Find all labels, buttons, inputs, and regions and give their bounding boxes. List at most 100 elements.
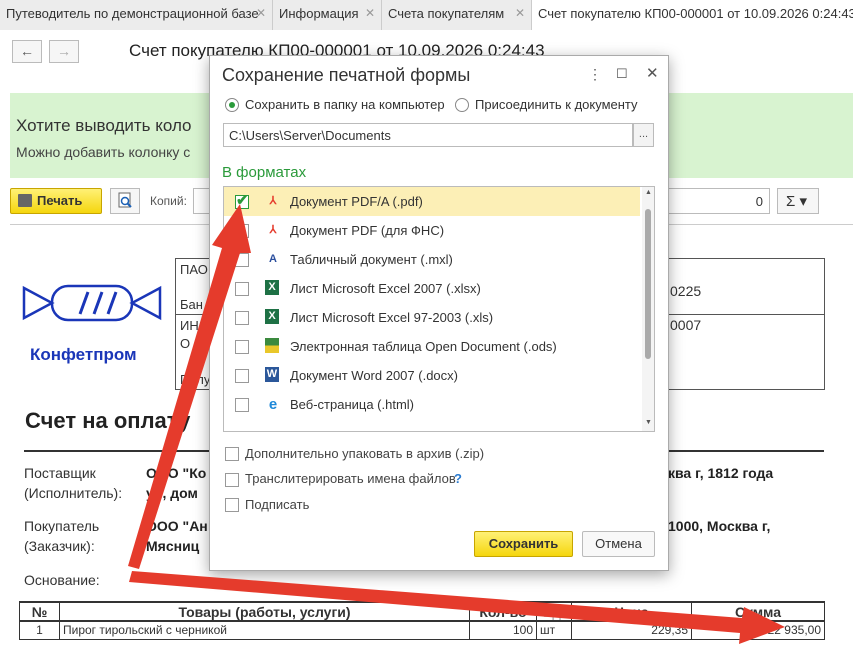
format-label: Лист Microsoft Excel 2007 (.xlsx) <box>290 281 481 296</box>
column-header: № <box>19 601 60 622</box>
radio-attach-label: Присоединить к документу <box>475 97 638 112</box>
formats-label: В форматах <box>222 164 307 181</box>
tab-label: Счет покупателю КП00-000001 от 10.09.202… <box>538 6 853 21</box>
format-item-docx[interactable]: W Документ Word 2007 (.docx) <box>224 361 640 390</box>
buyer-label: Покупатель <box>24 518 100 534</box>
back-button[interactable]: ← <box>12 40 42 63</box>
tab-label: Счета покупателям <box>388 6 505 21</box>
help-icon[interactable]: ? <box>454 471 462 486</box>
format-label: Лист Microsoft Excel 97-2003 (.xls) <box>290 310 494 325</box>
format-checkbox[interactable] <box>235 253 249 267</box>
zip-label: Дополнительно упаковать в архив (.zip) <box>245 446 485 461</box>
format-checkbox[interactable] <box>235 340 249 354</box>
print-button[interactable]: Печать <box>10 188 102 214</box>
column-header: Цена <box>571 601 692 622</box>
zip-checkbox[interactable] <box>225 447 239 461</box>
close-icon[interactable]: ✕ <box>365 6 375 20</box>
supplier-value: ООО "Ко <box>146 465 207 481</box>
scroll-down-icon[interactable]: ▼ <box>645 419 652 426</box>
maximize-icon[interactable]: ☐ <box>616 66 628 82</box>
banner-title: Хотите выводить коло <box>16 116 192 135</box>
printer-icon <box>18 194 32 207</box>
print-label: Печать <box>37 193 83 208</box>
items-table: № Товары (работы, услуги) Кол-во Ед. Цен… <box>19 601 825 640</box>
sign-label: Подписать <box>245 497 310 512</box>
close-icon[interactable]: ✕ <box>515 6 525 20</box>
excel-icon: X <box>265 280 279 295</box>
format-checkbox[interactable] <box>235 311 249 325</box>
bank-line: ИН <box>180 318 199 333</box>
banner-text: Можно добавить колонку с <box>16 144 191 160</box>
tab-label: Информация <box>279 6 359 21</box>
table-header-row: № Товары (работы, услуги) Кол-во Ед. Цен… <box>19 601 825 622</box>
radio-save-label: Сохранить в папку на компьютер <box>245 97 445 112</box>
column-header: Кол-во <box>469 601 537 622</box>
forward-arrow-icon: → <box>57 43 71 59</box>
close-icon[interactable]: ✕ <box>256 6 266 20</box>
tab-info[interactable]: Информация ✕ <box>273 0 382 30</box>
mxl-icon: A <box>269 253 277 265</box>
scrollbar-thumb[interactable] <box>645 209 651 359</box>
bank-line: О <box>180 336 191 351</box>
format-item-ods[interactable]: Электронная таблица Open Document (.ods) <box>224 332 640 361</box>
preview-button[interactable] <box>110 188 140 214</box>
forward-button[interactable]: → <box>49 40 79 63</box>
format-label: Документ PDF (для ФНС) <box>290 223 445 238</box>
format-item-html[interactable]: e Веб-страница (.html) <box>224 390 640 419</box>
word-icon: W <box>265 367 279 382</box>
ods-icon <box>265 338 279 353</box>
format-checkbox[interactable] <box>235 398 249 412</box>
pdf-icon: ⅄ <box>269 224 277 236</box>
format-item-pdf-fns[interactable]: ⅄ Документ PDF (для ФНС) <box>224 216 640 245</box>
cell: 22 935,00 <box>691 620 825 640</box>
scroll-up-icon[interactable]: ▲ <box>645 189 652 196</box>
scrollbar[interactable]: ▲ ▼ <box>642 187 654 431</box>
format-checkbox[interactable] <box>235 282 249 296</box>
folder-path-input[interactable] <box>223 123 633 147</box>
tab-label: Путеводитель по демонстрационной базе <box>6 6 259 21</box>
sign-checkbox[interactable] <box>225 498 239 512</box>
format-checkbox[interactable] <box>235 369 249 383</box>
format-label: Документ Word 2007 (.docx) <box>290 368 458 383</box>
cancel-button[interactable]: Отмена <box>582 531 655 557</box>
format-list: ⅄ Документ PDF/A (.pdf) ⅄ Документ PDF (… <box>223 186 655 432</box>
invoice-heading: Счет на оплату <box>25 408 191 433</box>
logo-candy-icon <box>22 284 162 322</box>
close-icon[interactable]: ✕ <box>646 64 659 82</box>
save-button[interactable]: Сохранить <box>474 531 573 557</box>
bank-line: Полу <box>180 372 211 387</box>
tab-guide[interactable]: Путеводитель по демонстрационной базе ✕ <box>0 0 273 30</box>
bank-line: Бан <box>180 297 203 312</box>
browse-button[interactable]: ... <box>633 123 654 147</box>
column-header: Сумма <box>691 601 825 622</box>
sum-button[interactable]: Σ ▾ <box>777 188 819 214</box>
basis-label: Основание: <box>24 572 100 588</box>
back-arrow-icon: ← <box>20 43 34 59</box>
radio-attach-to-document[interactable] <box>455 98 469 112</box>
format-label: Электронная таблица Open Document (.ods) <box>290 339 557 354</box>
column-header: Товары (работы, услуги) <box>59 601 470 622</box>
format-item-mxl[interactable]: A Табличный документ (.mxl) <box>224 245 640 274</box>
table-row: 1 Пирог тирольский с черникой 100 шт 229… <box>19 620 825 640</box>
preview-icon <box>118 192 132 208</box>
format-checkbox[interactable] <box>235 191 249 209</box>
format-label: Документ PDF/A (.pdf) <box>290 194 423 209</box>
radio-save-to-folder[interactable] <box>225 98 239 112</box>
translit-checkbox[interactable] <box>225 473 239 487</box>
tab-current-invoice[interactable]: Счет покупателю КП00-000001 от 10.09.202… <box>532 0 853 31</box>
sum-field[interactable]: 0 <box>660 188 770 214</box>
supplier-label: Поставщик <box>24 465 96 481</box>
tab-invoices[interactable]: Счета покупателям ✕ <box>382 0 532 30</box>
format-item-pdfa[interactable]: ⅄ Документ PDF/A (.pdf) <box>224 187 640 216</box>
cell: Пирог тирольский с черникой <box>59 620 470 640</box>
format-checkbox[interactable] <box>235 224 249 238</box>
company-logo-text: Конфетпром <box>30 345 137 364</box>
format-label: Веб-страница (.html) <box>290 397 415 412</box>
save-print-form-dialog: Сохранение печатной формы ⋮ ☐ ✕ Сохранит… <box>209 55 669 571</box>
format-item-xlsx[interactable]: X Лист Microsoft Excel 2007 (.xlsx) <box>224 274 640 303</box>
pdf-icon: ⅄ <box>269 195 277 207</box>
buyer-value: 1000, Москва г, <box>668 518 771 534</box>
format-item-xls[interactable]: X Лист Microsoft Excel 97-2003 (.xls) <box>224 303 640 332</box>
more-icon[interactable]: ⋮ <box>588 66 602 83</box>
buyer-value: Мясниц <box>146 538 200 554</box>
